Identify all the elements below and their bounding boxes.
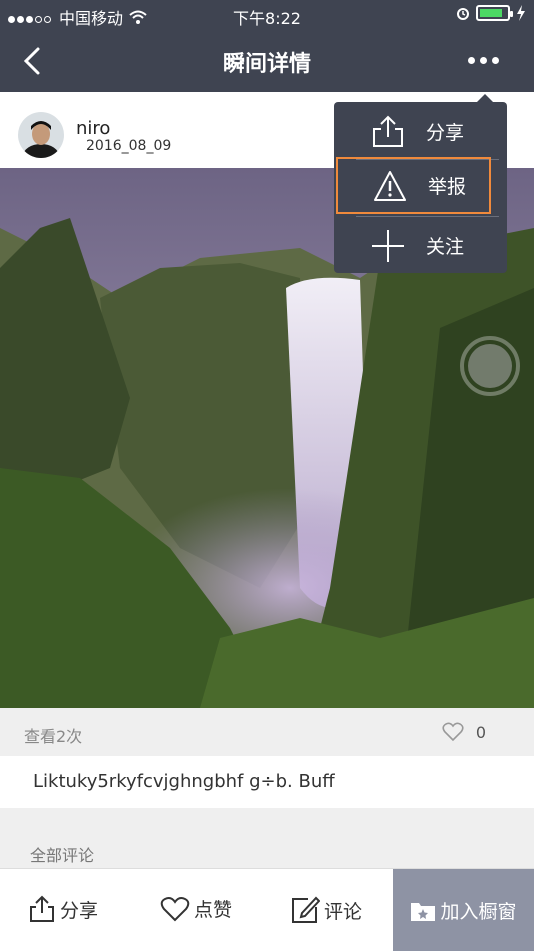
share-label: 分享 [60, 899, 99, 922]
battery-icon [476, 5, 513, 21]
view-count: 查看2次 [24, 727, 83, 746]
screen: 中国移动 下午8:22 瞬间详情 niro 2016_08_09 查看2次 0 … [0, 0, 534, 951]
more-dot-icon [468, 56, 475, 64]
menu-item-label: 关注 [426, 236, 465, 258]
edit-icon [292, 896, 320, 923]
stats-row: 查看2次 0 [0, 708, 534, 756]
avatar-image [18, 112, 64, 158]
like-count: 0 [475, 722, 486, 742]
menu-item-share[interactable]: 分享 [334, 103, 507, 160]
post-description: Liktuky5rkyfcvjghngbhf g÷b. Buff [0, 756, 534, 808]
description-text: Liktuky5rkyfcvjghngbhf g÷b. Buff [33, 771, 335, 792]
more-button[interactable] [468, 50, 504, 70]
menu-item-report[interactable]: 举报 [336, 157, 491, 214]
charging-icon [517, 5, 525, 21]
folder-star-icon [411, 902, 436, 921]
bottom-bar: 分享 点赞 评论 加入橱窗 [0, 868, 534, 951]
add-to-showcase-button[interactable]: 加入橱窗 [393, 869, 534, 951]
heart-icon [160, 896, 190, 921]
share-button[interactable]: 分享 [28, 895, 98, 923]
nav-bar: 瞬间详情 [0, 30, 534, 92]
alarm-icon [457, 8, 469, 20]
username[interactable]: niro [76, 118, 110, 139]
share-icon [30, 895, 54, 922]
menu-item-label: 举报 [428, 176, 467, 198]
more-dot-icon [480, 56, 487, 64]
more-dot-icon [492, 56, 499, 64]
post-date: 2016_08_09 [86, 138, 172, 154]
more-menu: 分享 举报 关注 [334, 94, 507, 274]
status-bar: 中国移动 下午8:22 [0, 0, 534, 30]
status-time: 下午8:22 [233, 9, 301, 28]
warning-icon [370, 166, 410, 206]
like-area[interactable]: 0 [442, 722, 486, 742]
menu-arrow [477, 94, 493, 102]
comment-button[interactable]: 评论 [290, 895, 362, 925]
page-title: 瞬间详情 [222, 52, 311, 77]
like-button[interactable]: 点赞 [160, 895, 232, 922]
comments-title: 全部评论 [30, 846, 95, 865]
menu-item-label: 分享 [426, 122, 465, 144]
heart-icon [442, 722, 464, 742]
cart-label: 加入橱窗 [440, 901, 517, 923]
avatar[interactable] [18, 112, 64, 158]
plus-icon [368, 226, 408, 266]
like-label: 点赞 [194, 899, 233, 921]
comments-section: 全部评论 [0, 808, 534, 868]
share-icon [368, 112, 408, 152]
status-right [456, 5, 526, 21]
comment-label: 评论 [324, 900, 363, 923]
menu-item-follow[interactable]: 关注 [334, 217, 507, 274]
